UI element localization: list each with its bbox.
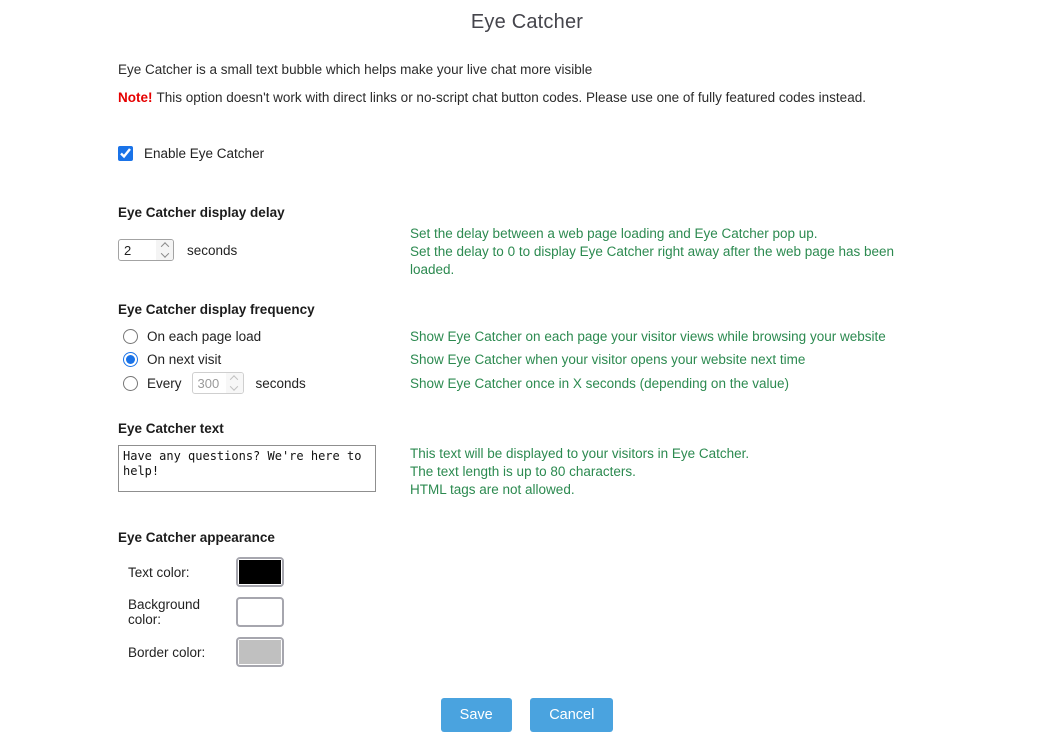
display-delay-heading: Eye Catcher display delay: [118, 205, 410, 220]
frequency-option-help: Show Eye Catcher once in X seconds (depe…: [410, 376, 789, 391]
save-button[interactable]: Save: [441, 698, 512, 732]
frequency-seconds-stepper: [226, 373, 243, 393]
eye-catcher-settings-page: Eye Catcher Eye Catcher is a small text …: [0, 0, 1054, 736]
frequency-option-row: Every seconds Show Eye Catcher once in X…: [118, 371, 1014, 395]
frequency-option-every-x-seconds[interactable]: Every seconds: [118, 371, 410, 395]
eye-catcher-text-heading: Eye Catcher text: [118, 421, 410, 436]
eye-catcher-text-left: Eye Catcher text Have any questions? We'…: [118, 421, 410, 499]
display-delay-section: Eye Catcher display delay seconds Set th…: [118, 205, 1014, 279]
frequency-option-help: Show Eye Catcher on each page your visit…: [410, 329, 886, 344]
delay-number-box: [118, 239, 174, 261]
action-buttons: Save Cancel: [0, 698, 1054, 732]
frequency-option-row: On next visit Show Eye Catcher when your…: [118, 348, 1014, 371]
note-text: This option doesn't work with direct lin…: [157, 90, 866, 105]
delay-help-text: Set the delay between a web page loading…: [410, 225, 910, 279]
appearance-rows: Text color: Background color: Border col…: [118, 557, 1014, 667]
border-color-swatch[interactable]: [236, 637, 284, 667]
text-help-line: The text length is up to 80 characters.: [410, 463, 910, 481]
frequency-option-each-page-load[interactable]: On each page load: [118, 329, 410, 344]
appearance-section: Eye Catcher appearance Text color: Backg…: [118, 530, 1014, 667]
delay-input-row: seconds: [118, 239, 410, 261]
enable-eye-catcher-label: Enable Eye Catcher: [144, 146, 264, 161]
text-color-value: [239, 560, 281, 584]
text-help-line: This text will be displayed to your visi…: [410, 445, 910, 463]
text-help-line: HTML tags are not allowed.: [410, 481, 910, 499]
settings-content: Eye Catcher is a small text bubble which…: [0, 62, 1054, 667]
frequency-seconds-input: [193, 373, 226, 393]
border-color-row: Border color:: [118, 637, 1014, 667]
frequency-option-next-visit[interactable]: On next visit: [118, 352, 410, 367]
description-text: Eye Catcher is a small text bubble which…: [118, 62, 1014, 77]
delay-input[interactable]: [119, 240, 156, 260]
frequency-option-label: On each page load: [147, 329, 261, 344]
text-color-row: Text color:: [118, 557, 1014, 587]
frequency-option-label: Every: [147, 376, 182, 391]
frequency-option-row: On each page load Show Eye Catcher on ea…: [118, 325, 1014, 348]
delay-stepper[interactable]: [156, 240, 173, 260]
frequency-options: On each page load Show Eye Catcher on ea…: [118, 325, 1014, 395]
note-line: Note! This option doesn't work with direc…: [118, 90, 1014, 105]
display-frequency-heading: Eye Catcher display frequency: [118, 302, 1014, 317]
frequency-radio-next-visit[interactable]: [123, 352, 138, 367]
delay-unit-label: seconds: [187, 243, 237, 258]
frequency-radio-each-page-load[interactable]: [123, 329, 138, 344]
frequency-option-label: On next visit: [147, 352, 221, 367]
display-frequency-section: Eye Catcher display frequency On each pa…: [118, 302, 1014, 395]
border-color-value: [239, 640, 281, 664]
chevron-down-icon: [230, 382, 238, 390]
cancel-button[interactable]: Cancel: [530, 698, 613, 732]
frequency-seconds-box: [192, 372, 244, 394]
chevron-down-icon[interactable]: [160, 249, 168, 257]
background-color-label: Background color:: [118, 597, 236, 627]
delay-help-line: Set the delay between a web page loading…: [410, 225, 910, 243]
background-color-row: Background color:: [118, 597, 1014, 627]
delay-help-line: Set the delay to 0 to display Eye Catche…: [410, 243, 910, 279]
background-color-swatch[interactable]: [236, 597, 284, 627]
border-color-label: Border color:: [118, 645, 236, 660]
note-label: Note!: [118, 90, 153, 105]
enable-eye-catcher-checkbox[interactable]: [118, 146, 133, 161]
eye-catcher-text-input[interactable]: Have any questions? We're here to help!: [118, 445, 376, 492]
eye-catcher-text-section: Eye Catcher text Have any questions? We'…: [118, 421, 1014, 499]
appearance-heading: Eye Catcher appearance: [118, 530, 1014, 545]
display-delay-left: Eye Catcher display delay seconds: [118, 205, 410, 279]
text-color-label: Text color:: [118, 565, 236, 580]
frequency-radio-every-x-seconds[interactable]: [123, 376, 138, 391]
enable-eye-catcher-row[interactable]: Enable Eye Catcher: [118, 146, 1014, 161]
text-help: This text will be displayed to your visi…: [410, 445, 910, 499]
page-title: Eye Catcher: [0, 0, 1054, 34]
text-color-swatch[interactable]: [236, 557, 284, 587]
background-color-value: [239, 600, 281, 624]
frequency-seconds-unit: seconds: [256, 376, 306, 391]
frequency-option-help: Show Eye Catcher when your visitor opens…: [410, 352, 805, 367]
